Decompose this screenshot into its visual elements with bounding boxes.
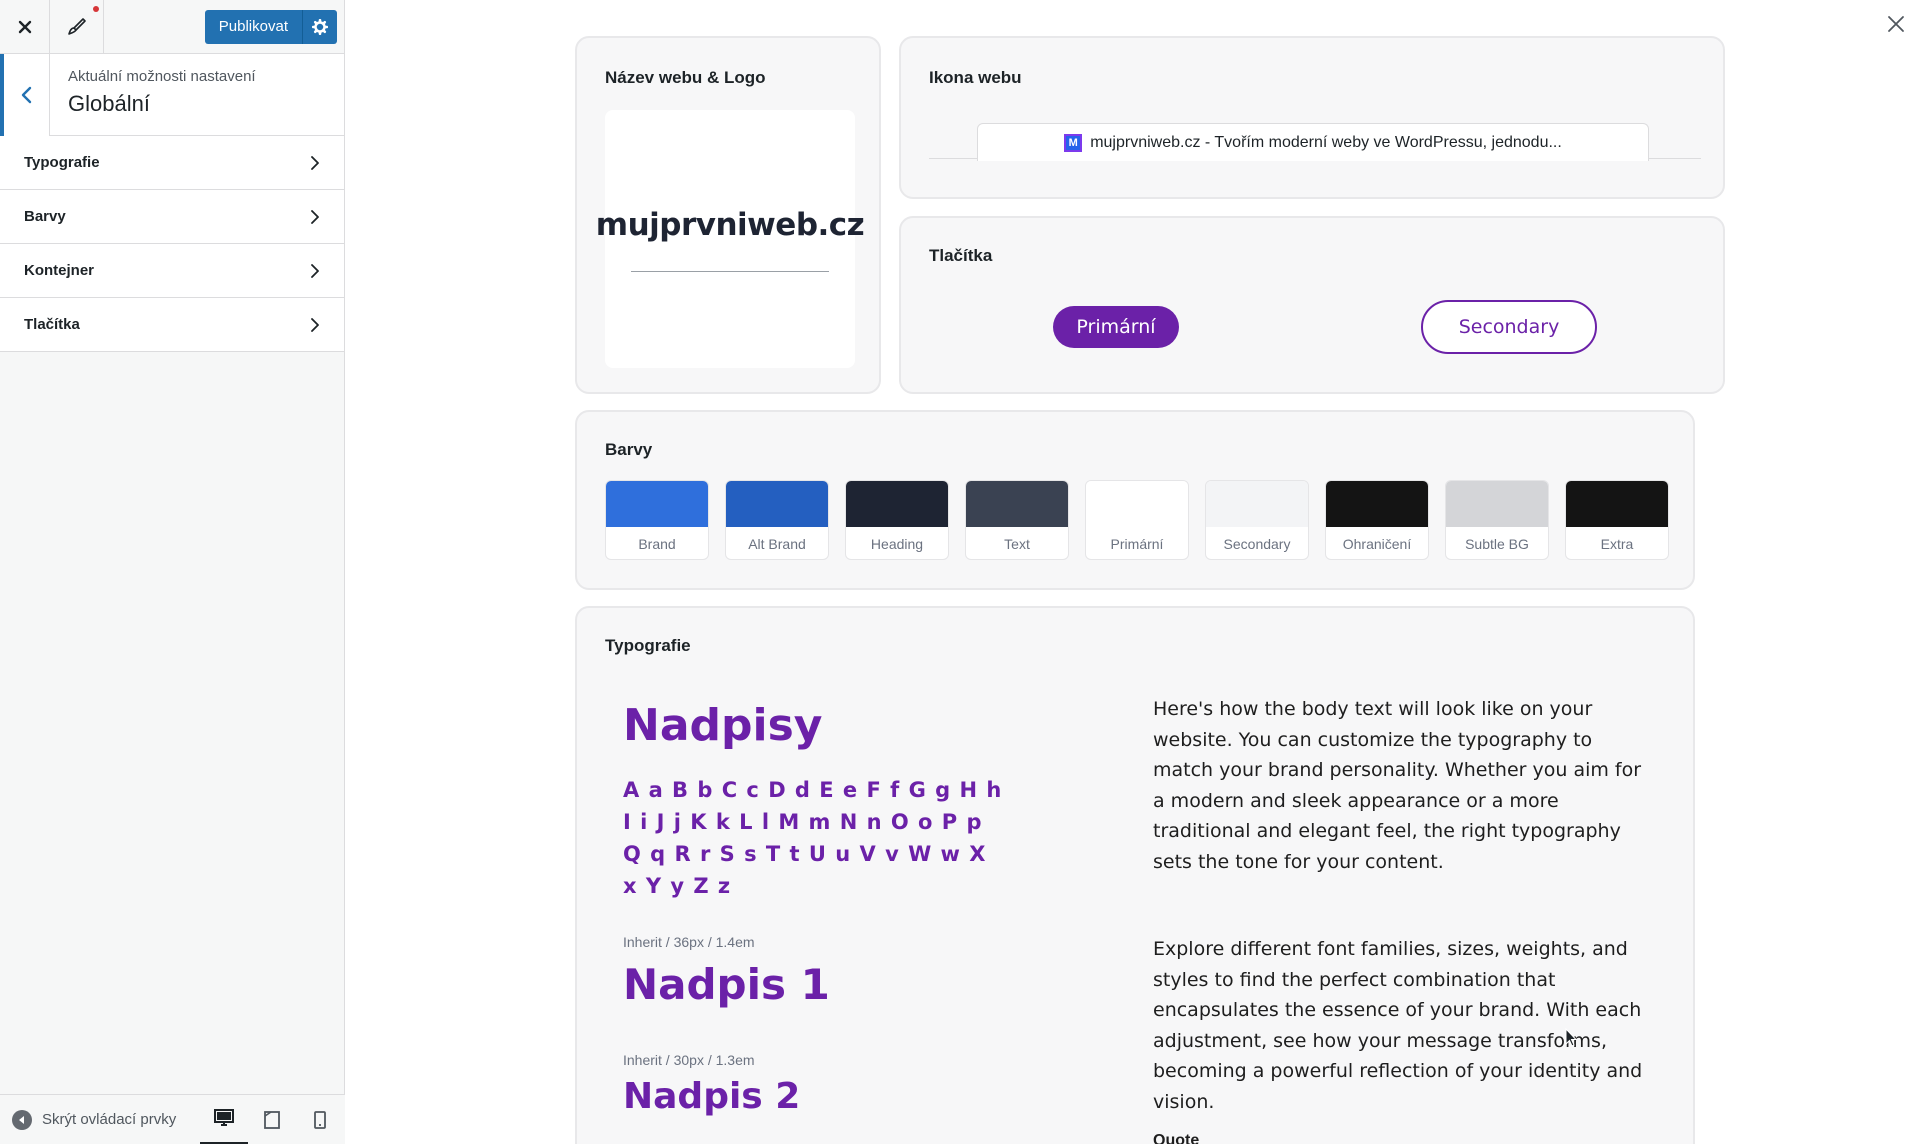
chevron-right-icon xyxy=(311,209,319,224)
notification-dot xyxy=(93,5,99,12)
collapse-controls-button[interactable]: Skrýt ovládací prvky xyxy=(0,1109,200,1130)
swatch-text[interactable]: Text xyxy=(965,480,1069,560)
chevron-left-icon xyxy=(21,86,31,104)
favicon: M xyxy=(1064,133,1083,152)
swatch-label: Subtle BG xyxy=(1465,536,1529,552)
swatch-color xyxy=(1566,481,1668,527)
collapse-arrow-icon xyxy=(12,1109,32,1130)
quote-label: Quote xyxy=(1153,1132,1200,1144)
device-desktop-button[interactable] xyxy=(200,1095,248,1144)
swatch-color xyxy=(1086,481,1188,527)
panel-item-label: Barvy xyxy=(24,208,66,225)
swatch-color xyxy=(1446,481,1548,527)
card-title: Tlačítka xyxy=(929,246,993,265)
swatch-brand[interactable]: Brand xyxy=(605,480,709,560)
swatch-alt-brand[interactable]: Alt Brand xyxy=(725,480,829,560)
panel-item-label: Tlačítka xyxy=(24,316,80,333)
swatch-color xyxy=(966,481,1068,527)
swatch-color xyxy=(606,481,708,527)
colors-card[interactable]: Barvy Brand Alt Brand Heading Text Primá… xyxy=(575,410,1695,590)
swatch-border[interactable]: Ohraničení xyxy=(1325,480,1429,560)
headings-title: Nadpisy xyxy=(623,700,823,751)
swatch-label: Extra xyxy=(1600,536,1634,552)
publish-button[interactable]: Publikovat xyxy=(204,9,303,44)
desktop-icon xyxy=(214,1109,234,1126)
alphabet-sample: A a B b C c D d E e F f G g H h I i J j … xyxy=(623,778,1003,898)
customizer-footer: Skrýt ovládací prvky xyxy=(0,1094,345,1144)
brush-icon xyxy=(67,17,86,35)
swatch-heading[interactable]: Heading xyxy=(845,480,949,560)
device-tablet-button[interactable] xyxy=(248,1095,296,1144)
body-text-paragraph-2: Explore different font families, sizes, … xyxy=(1153,938,1643,1113)
section-title: Globální xyxy=(68,91,150,116)
swatch-color xyxy=(1326,481,1428,527)
chevron-right-icon xyxy=(311,263,319,278)
close-preview-button[interactable] xyxy=(1886,14,1906,38)
swatch-label: Ohraničení xyxy=(1342,536,1412,552)
swatch-label: Heading xyxy=(870,536,924,552)
swatch-color xyxy=(846,481,948,527)
mobile-icon xyxy=(314,1110,326,1129)
swatch-subtle-bg[interactable]: Subtle BG xyxy=(1445,480,1549,560)
panel-item-typography[interactable]: Typografie xyxy=(0,136,344,190)
panel-item-colors[interactable]: Barvy xyxy=(0,190,344,244)
panel-item-buttons[interactable]: Tlačítka xyxy=(0,298,344,352)
site-title-text: mujprvniweb.cz xyxy=(595,206,865,243)
color-swatches: Brand Alt Brand Heading Text Primární Se… xyxy=(605,480,1669,560)
swatch-color xyxy=(1206,481,1308,527)
h2-meta: Inherit / 30px / 1.3em xyxy=(623,1052,755,1068)
browser-tab-title: mujprvniweb.cz - Tvořím moderní weby ve … xyxy=(1090,133,1562,151)
design-tools-button[interactable] xyxy=(50,0,104,54)
tablet-icon xyxy=(264,1110,280,1129)
h1-sample: Nadpis 1 xyxy=(623,960,830,1009)
preview-frame: Název webu & Logo mujprvniweb.cz Ikona w… xyxy=(346,0,1920,1144)
panel-item-container[interactable]: Kontejner xyxy=(0,244,344,298)
chevron-right-icon xyxy=(311,317,319,332)
section-header: Aktuální možnosti nastavení Globální xyxy=(0,54,344,136)
site-icon-card[interactable]: Ikona webu M mujprvniweb.cz - Tvořím mod… xyxy=(899,36,1725,199)
swatch-label: Primární xyxy=(1110,536,1164,552)
close-icon xyxy=(1888,16,1904,32)
logo-preview: mujprvniweb.cz xyxy=(596,110,865,368)
browser-tab-strip: M mujprvniweb.cz - Tvořím moderní weby v… xyxy=(929,123,1701,161)
swatch-extra[interactable]: Extra xyxy=(1565,480,1669,560)
mouse-cursor-icon xyxy=(1565,1028,1578,1047)
gear-icon xyxy=(312,18,328,35)
h2-sample: Nadpis 2 xyxy=(623,1076,801,1117)
card-title: Ikona webu xyxy=(929,68,1022,87)
publish-group: Publikovat xyxy=(204,9,337,44)
primary-button-preview[interactable]: Primární xyxy=(1053,306,1179,348)
browser-tab: M mujprvniweb.cz - Tvořím moderní weby v… xyxy=(977,123,1649,161)
customizer-sidebar: Publikovat Aktuální možnosti nastavení G… xyxy=(0,0,345,1144)
h1-meta: Inherit / 36px / 1.4em xyxy=(623,934,755,950)
swatch-label: Alt Brand xyxy=(748,536,806,552)
collapse-label: Skrýt ovládací prvky xyxy=(42,1111,177,1128)
card-title: Typografie xyxy=(605,636,691,655)
card-title: Barvy xyxy=(605,440,653,459)
secondary-button-preview[interactable]: Secondary xyxy=(1421,300,1597,354)
panel-item-label: Kontejner xyxy=(24,262,95,279)
site-logo-card[interactable]: Název webu & Logo mujprvniweb.cz xyxy=(575,36,881,394)
card-title: Název webu & Logo xyxy=(605,68,766,87)
close-customizer-button[interactable] xyxy=(0,0,50,54)
swatch-secondary[interactable]: Secondary xyxy=(1205,480,1309,560)
back-button[interactable] xyxy=(0,54,50,136)
typography-card[interactable]: Typografie Nadpisy A a B b C c D d E e F… xyxy=(575,606,1695,1144)
swatch-label: Text xyxy=(1004,536,1030,552)
customizer-topbar: Publikovat xyxy=(0,0,344,54)
close-icon xyxy=(18,20,31,33)
device-mobile-button[interactable] xyxy=(296,1095,344,1144)
swatch-color xyxy=(726,481,828,527)
section-subtitle: Aktuální možnosti nastavení xyxy=(68,68,256,85)
publish-settings-button[interactable] xyxy=(303,9,337,44)
chevron-right-icon xyxy=(311,155,319,170)
body-text-paragraph-1: Here's how the body text will look like … xyxy=(1153,698,1642,873)
logo-divider xyxy=(631,270,829,272)
swatch-label: Secondary xyxy=(1223,536,1291,552)
swatch-primary[interactable]: Primární xyxy=(1085,480,1189,560)
panel-item-label: Typografie xyxy=(24,154,100,171)
section-titles: Aktuální možnosti nastavení Globální xyxy=(50,54,274,135)
swatch-label: Brand xyxy=(638,536,676,552)
buttons-card[interactable]: Tlačítka Primární Secondary xyxy=(899,216,1725,394)
